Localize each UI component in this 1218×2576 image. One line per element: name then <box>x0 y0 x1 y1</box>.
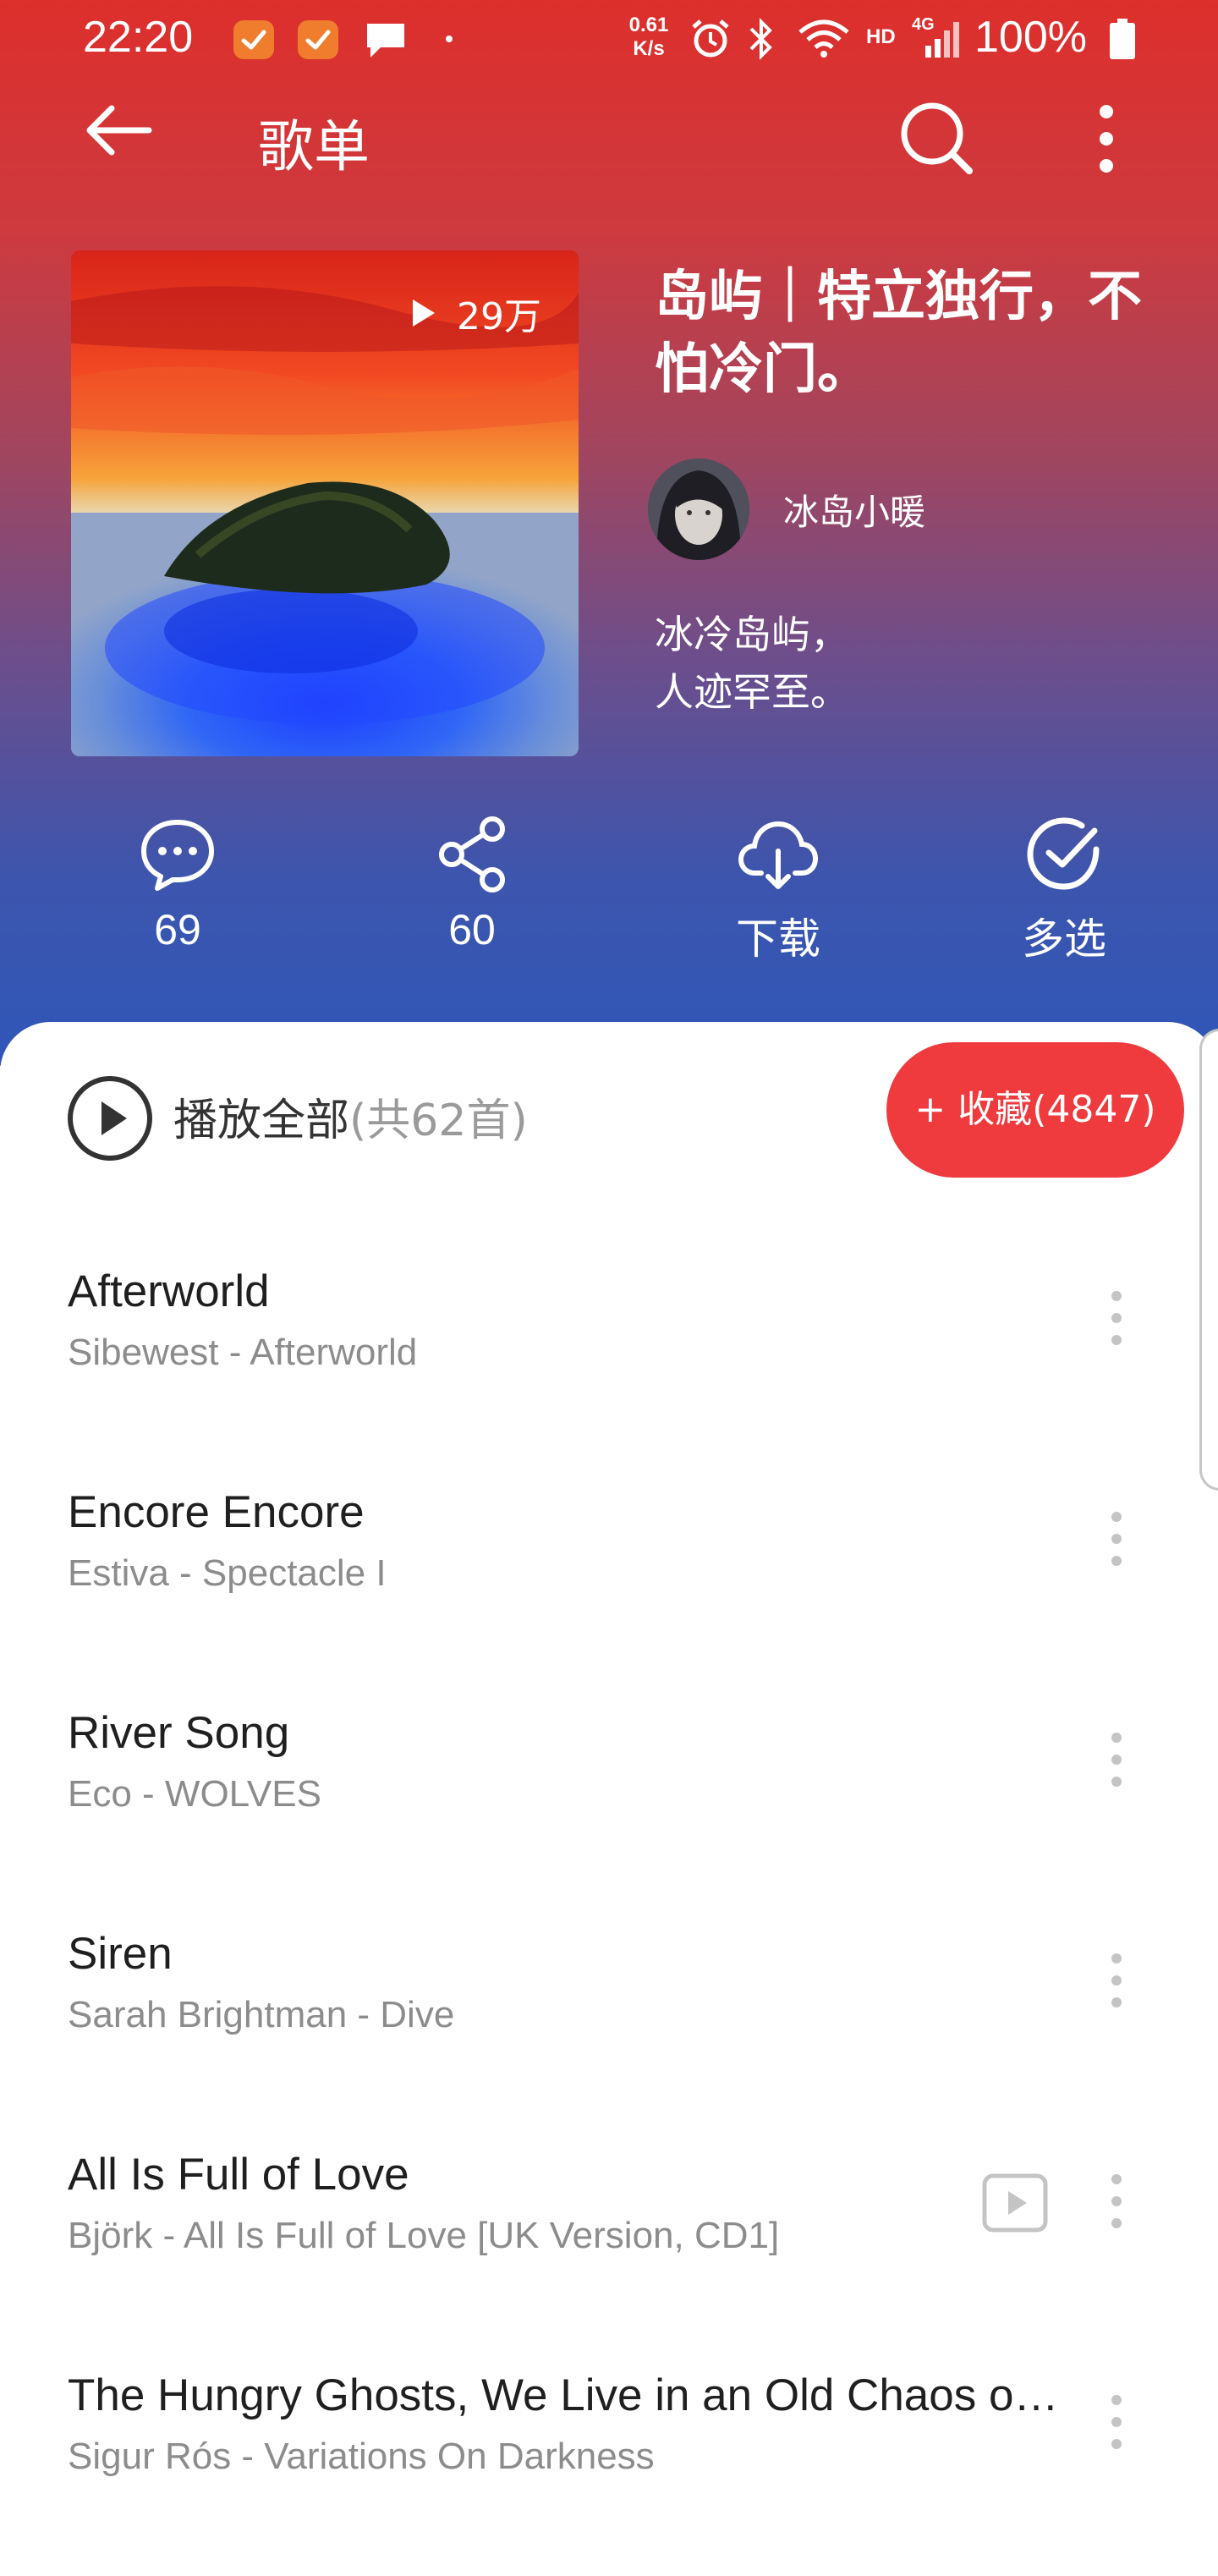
creator-name: 冰岛小暖 <box>783 491 926 533</box>
song-row[interactable]: All Is Full of Love Björk - All Is Full … <box>0 2135 1218 2355</box>
comment-count: 69 <box>154 906 201 953</box>
back-arrow-icon[interactable] <box>83 103 154 161</box>
song-more-icon[interactable] <box>1100 1286 1133 1354</box>
signal-icon <box>924 20 961 63</box>
song-more-icon[interactable] <box>1100 2169 1133 2237</box>
playlist-title: 岛屿｜特立独行，不怕冷门。 <box>655 266 1142 401</box>
more-vertical-icon[interactable] <box>1088 103 1125 178</box>
song-title: All Is Full of Love <box>68 2150 409 2200</box>
battery-percent: 100% <box>974 13 1087 62</box>
play-triangle-icon <box>413 299 435 327</box>
action-row: 69 60 下载 多选 <box>0 812 1218 981</box>
song-row[interactable]: River Song Eco - WOLVES <box>0 1694 1218 1914</box>
song-count: (共62首) <box>349 1096 528 1146</box>
notification-check-icon <box>298 20 338 59</box>
song-artist-album: Sarah Brightman - Dive <box>68 1994 455 2035</box>
song-title: Afterworld <box>68 1266 270 1316</box>
alarm-icon <box>689 17 732 64</box>
notification-check-icon <box>233 20 274 59</box>
song-artist-album: Eco - WOLVES <box>68 1773 321 1815</box>
playlist-description[interactable]: 冰冷岛屿， 人迹罕至。 <box>655 606 1162 721</box>
multi-select-label: 多选 <box>1022 915 1106 963</box>
multi-select-icon <box>963 812 1166 897</box>
song-row[interactable]: Siren Sarah Brightman - Dive <box>0 1914 1218 2134</box>
song-row[interactable]: Encore Encore Estiva - Spectacle I <box>0 1473 1218 1693</box>
song-artist-album: Estiva - Spectacle I <box>68 1552 387 1594</box>
playlist-cover[interactable]: 29万 <box>71 250 579 756</box>
search-icon[interactable] <box>895 98 976 183</box>
song-row[interactable]: The Hungry Ghosts, We Live in an Old Cha… <box>0 2356 1218 2576</box>
network-speed: 0.61 K/s <box>628 14 669 60</box>
song-more-icon[interactable] <box>1100 2390 1133 2458</box>
download-icon <box>677 812 880 897</box>
song-title: River Song <box>68 1708 290 1758</box>
share-icon <box>370 812 573 897</box>
song-title: The Hungry Ghosts, We Live in an Old Cha… <box>68 2370 1066 2420</box>
page-title: 歌单 <box>258 114 370 179</box>
song-artist-album: Sigur Rós - Variations On Darkness <box>68 2436 655 2477</box>
play-count: 29万 <box>413 286 541 340</box>
creator[interactable]: 冰岛小暖 <box>648 459 925 560</box>
collect-button[interactable]: + 收藏(4847) <box>886 1042 1184 1178</box>
play-all-label[interactable]: 播放全部(共62首) <box>173 1085 528 1148</box>
multi-select-button[interactable]: 多选 <box>963 812 1166 966</box>
notification-dot <box>446 36 453 42</box>
song-list-panel: 播放全部(共62首) + 收藏(4847) Afterworld Sibewes… <box>0 1022 1218 2504</box>
song-more-icon[interactable] <box>1100 1948 1133 2016</box>
song-title: Encore Encore <box>68 1487 365 1537</box>
app-bar: 歌单 <box>0 81 1218 191</box>
mv-play-icon[interactable] <box>981 2172 1049 2237</box>
message-notification-icon <box>364 20 408 64</box>
song-title: Siren <box>68 1929 173 1979</box>
status-bar: 22:20 0.61 K/s HD 4G 100% <box>0 0 1218 81</box>
status-time: 22:20 <box>83 13 194 62</box>
share-button[interactable]: 60 <box>370 812 573 954</box>
song-more-icon[interactable] <box>1100 1507 1133 1574</box>
song-more-icon[interactable] <box>1100 1727 1133 1795</box>
play-all-row[interactable]: 播放全部(共62首) + 收藏(4847) <box>0 1022 1218 1200</box>
wifi-icon <box>797 17 851 64</box>
battery-icon <box>1110 19 1135 59</box>
hd-label: HD <box>866 25 896 48</box>
bluetooth-icon <box>744 17 778 64</box>
download-button[interactable]: 下载 <box>677 812 880 966</box>
download-label: 下载 <box>736 915 820 963</box>
comment-button[interactable]: 69 <box>76 812 279 954</box>
comment-icon <box>76 812 279 897</box>
edge-panel-handle[interactable] <box>1199 1029 1218 1491</box>
song-row[interactable]: Afterworld Sibewest - Afterworld <box>0 1252 1218 1472</box>
play-all-icon[interactable] <box>66 1074 154 1166</box>
creator-avatar[interactable] <box>648 459 749 560</box>
song-artist-album: Björk - All Is Full of Love [UK Version,… <box>68 2215 780 2256</box>
share-count: 60 <box>448 906 496 953</box>
song-artist-album: Sibewest - Afterworld <box>68 1332 418 1373</box>
